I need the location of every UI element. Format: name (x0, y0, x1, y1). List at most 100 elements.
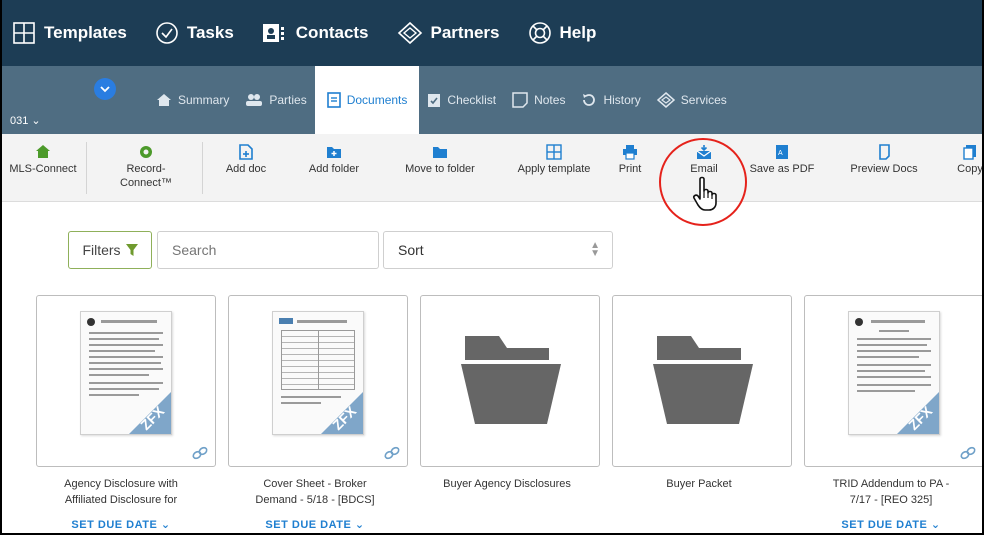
tab-notes-label: Notes (534, 93, 566, 107)
chevron-down-icon: ⌄ (160, 519, 171, 531)
filters-label: Filters (82, 242, 121, 258)
nav-partners[interactable]: Partners (397, 21, 500, 45)
add-folder-label: Add folder (308, 163, 360, 175)
tab-parties-label: Parties (269, 93, 307, 107)
set-due-date-label: SET DUE DATE (841, 519, 928, 531)
nav-templates-label: Templates (44, 23, 127, 42)
transaction-id[interactable]: 031 ⌄ (10, 114, 41, 127)
handshake-icon (397, 21, 422, 45)
tab-services[interactable]: Services (649, 66, 735, 134)
preview-docs-label: Preview Docs (850, 163, 918, 175)
nav-contacts[interactable]: Contacts (262, 21, 369, 45)
funnel-icon (125, 244, 138, 256)
sort-label: Sort (398, 242, 424, 258)
copy-button[interactable]: Copy (950, 142, 983, 176)
link-icon[interactable] (959, 446, 977, 460)
add-doc-icon (239, 144, 253, 160)
add-doc-label: Add doc (225, 163, 267, 175)
search-input[interactable] (157, 231, 379, 269)
app-frame: Templates Tasks Contacts Partners Help 0… (0, 0, 984, 535)
checklist-icon (428, 94, 441, 107)
nav-help-label: Help (559, 23, 597, 42)
print-button[interactable]: Print (610, 142, 650, 176)
tab-checklist-label: Checklist (447, 93, 497, 107)
tab-notes[interactable]: Notes (504, 66, 573, 134)
sort-arrows-icon: ▲ ▼ (590, 240, 600, 259)
tab-history[interactable]: History (573, 66, 648, 134)
add-folder-button[interactable]: Add folder (298, 142, 370, 176)
transaction-dropdown-badge[interactable] (94, 78, 116, 100)
chevron-down-icon: ⌄ (930, 519, 941, 531)
copy-label: Copy (957, 163, 983, 175)
document-card[interactable]: ZFX (804, 295, 982, 467)
nav-help[interactable]: Help (528, 21, 597, 45)
tab-history-label: History (603, 93, 641, 107)
record-connect-button[interactable]: Record-Connect™ (106, 142, 186, 190)
add-doc-button[interactable]: Add doc (218, 142, 274, 176)
tab-documents-label: Documents (346, 93, 408, 107)
apply-template-button[interactable]: Apply template (506, 142, 602, 176)
chevron-down-icon (100, 86, 110, 93)
toolbar-divider (202, 142, 203, 194)
save-as-pdf-label: Save as PDF (749, 163, 815, 175)
nav-contacts-label: Contacts (295, 23, 369, 42)
print-label: Print (618, 163, 642, 175)
move-folder-icon (433, 147, 447, 158)
folder-card[interactable] (612, 295, 792, 467)
tab-checklist[interactable]: Checklist (419, 66, 504, 134)
preview-docs-button[interactable]: Preview Docs (842, 142, 926, 176)
card-title-line: Buyer Agency Disclosures (443, 478, 571, 490)
card-title-line: TRID Addendum to PA - (832, 478, 950, 490)
handshake-icon (656, 92, 675, 108)
tab-summary[interactable]: Summary (148, 66, 237, 134)
tab-documents[interactable]: Documents (314, 66, 420, 134)
card-title: Buyer Packet (604, 476, 794, 492)
sort-select[interactable]: Sort ▲ ▼ (383, 231, 613, 269)
folder-icon (653, 336, 753, 424)
chevron-down-icon: ⌄ (354, 519, 365, 531)
card-title-line: Affiliated Disclosure for (64, 494, 178, 506)
pdf-icon: A (776, 145, 788, 159)
mls-connect-icon (36, 145, 50, 158)
tab-parties[interactable]: Parties (237, 66, 314, 134)
document-card[interactable]: ZFX (36, 295, 216, 467)
document-card[interactable]: ZFX (228, 295, 408, 467)
record-connect-label: Record-Connect™ (120, 163, 172, 189)
nav-tasks-label: Tasks (186, 23, 234, 42)
nav-partners-label: Partners (430, 23, 500, 42)
link-icon[interactable] (191, 446, 209, 460)
card-title-line: Cover Sheet - Broker (263, 478, 367, 490)
move-to-folder-button[interactable]: Move to folder (392, 142, 488, 176)
apply-template-label: Apply template (517, 163, 591, 175)
lifebuoy-icon (528, 22, 551, 44)
document-icon (326, 92, 341, 108)
add-folder-icon (327, 147, 341, 158)
filters-button[interactable]: Filters (68, 231, 152, 269)
template-icon (546, 144, 562, 160)
home-icon (157, 94, 171, 106)
card-title: Buyer Agency Disclosures (412, 476, 602, 492)
document-thumbnail: ZFX (272, 311, 364, 435)
link-icon[interactable] (383, 446, 401, 460)
nav-tasks[interactable]: Tasks (155, 21, 234, 45)
users-icon (246, 94, 263, 106)
set-due-date-link[interactable]: SET DUE DATE ⌄ (220, 518, 410, 531)
set-due-date-link[interactable]: SET DUE DATE ⌄ (26, 518, 216, 531)
set-due-date-link[interactable]: SET DUE DATE ⌄ (796, 518, 982, 531)
copy-icon (963, 145, 976, 160)
transaction-id-label: 031 (10, 115, 29, 127)
folder-card[interactable] (420, 295, 600, 467)
toolbar-divider (86, 142, 87, 194)
mls-connect-button[interactable]: MLS-Connect (8, 142, 78, 176)
nav-templates[interactable]: Templates (12, 21, 127, 45)
card-title: Agency Disclosure with Affiliated Disclo… (26, 476, 216, 508)
set-due-date-label: SET DUE DATE (265, 519, 352, 531)
svg-text:A: A (778, 150, 783, 157)
top-navigation: Templates Tasks Contacts Partners Help (2, 0, 982, 66)
preview-icon (879, 144, 890, 160)
card-title: TRID Addendum to PA - 7/17 - [REO 325] (796, 476, 982, 508)
hand-pointer-icon (693, 176, 717, 211)
card-title-line: 7/17 - [REO 325] (849, 494, 933, 506)
print-icon (623, 145, 637, 160)
save-as-pdf-button[interactable]: A Save as PDF (746, 142, 818, 176)
